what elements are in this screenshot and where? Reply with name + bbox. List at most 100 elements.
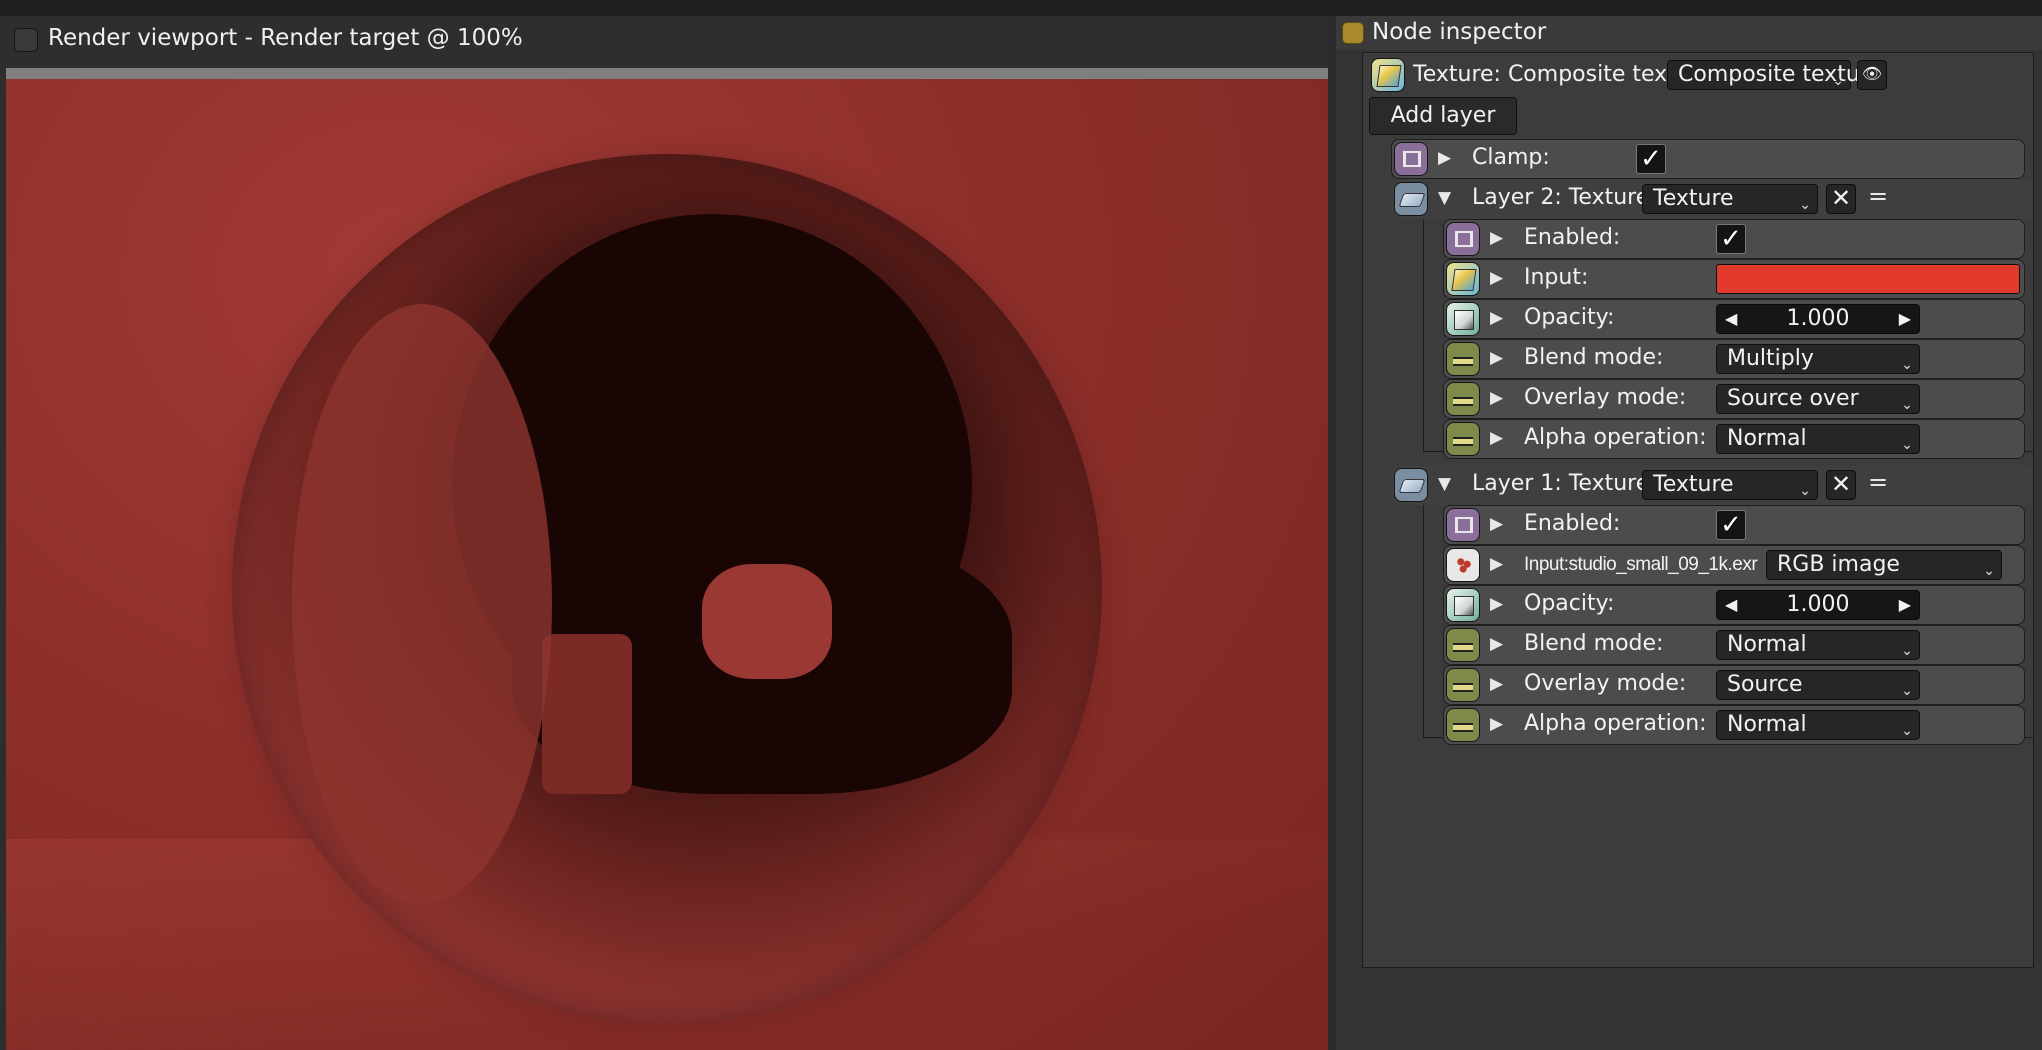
layer-2-alpha-row: ▶ Alpha operation: Normal ⌄	[1443, 419, 2025, 459]
texture-pin-icon[interactable]	[1446, 262, 1480, 296]
layer-1-enabled-checkbox[interactable]: ✓	[1716, 510, 1746, 540]
expand-arrow-icon[interactable]: ▶	[1490, 308, 1503, 328]
chevron-down-icon: ⌄	[1901, 437, 1913, 453]
render-canvas[interactable]	[6, 79, 1328, 1050]
expand-arrow-icon[interactable]: ▶	[1490, 228, 1503, 248]
increment-arrow-icon[interactable]: ▶	[1899, 305, 1911, 333]
layer-1-blend-row: ▶ Blend mode: Normal ⌄	[1443, 625, 2025, 665]
layer-1-opacity-field[interactable]: ◀ 1.000 ▶	[1716, 590, 1920, 620]
layer-2-close-button[interactable]: ✕	[1826, 184, 1856, 214]
layer-1-opacity-row: ▶ Opacity: ◀ 1.000 ▶	[1443, 585, 2025, 625]
layer-1-header: ▼ Layer 1: Texture Texture ⌄ ✕ =	[1391, 465, 2033, 505]
enum-pin-icon[interactable]	[1446, 422, 1480, 456]
collapse-arrow-icon[interactable]: ▼	[1438, 474, 1451, 494]
viewport-toolbar-strip	[6, 68, 1328, 79]
layer-1-alpha-dropdown[interactable]: Normal ⌄	[1716, 710, 1920, 740]
collapse-arrow-icon[interactable]: ▼	[1438, 188, 1451, 208]
opacity-label: Opacity:	[1524, 591, 1615, 616]
expand-arrow-icon[interactable]: ▶	[1490, 634, 1503, 654]
layer-1-title: Layer 1: Texture	[1472, 471, 1650, 496]
decrement-arrow-icon[interactable]: ◀	[1725, 305, 1737, 333]
add-layer-button[interactable]: Add layer	[1369, 97, 1517, 135]
rendered-chrome-sphere	[232, 154, 1102, 1024]
bool-pin-icon[interactable]	[1446, 508, 1480, 542]
node-type-dropdown[interactable]: Composite texture ⌄	[1667, 60, 1882, 90]
increment-arrow-icon[interactable]: ▶	[1899, 591, 1911, 619]
layer-1-input-dropdown[interactable]: RGB image ⌄	[1766, 550, 2002, 580]
layer-1-overlay-dropdown[interactable]: Source ⌄	[1716, 670, 1920, 700]
enum-pin-icon[interactable]	[1446, 708, 1480, 742]
blend-mode-label: Blend mode:	[1524, 631, 1664, 656]
enum-pin-icon[interactable]	[1446, 382, 1480, 416]
chevron-down-icon: ⌄	[1901, 723, 1913, 739]
float-pin-icon[interactable]	[1446, 588, 1480, 622]
layer-1-blend-dropdown[interactable]: Normal ⌄	[1716, 630, 1920, 660]
expand-arrow-icon[interactable]: ▶	[1490, 714, 1503, 734]
layer-1-alpha-row: ▶ Alpha operation: Normal ⌄	[1443, 705, 2025, 745]
layer-2-alpha-dropdown[interactable]: Normal ⌄	[1716, 424, 1920, 454]
layer-1-close-button[interactable]: ✕	[1826, 470, 1856, 500]
chevron-down-icon: ⌄	[1832, 73, 1844, 89]
layer-2-enabled-checkbox[interactable]: ✓	[1716, 224, 1746, 254]
layer-1-type-value: Texture	[1653, 472, 1734, 497]
expand-arrow-icon[interactable]: ▶	[1490, 554, 1503, 574]
chevron-down-icon: ⌄	[1901, 683, 1913, 699]
chevron-down-icon: ⌄	[1901, 357, 1913, 373]
layer-2-opacity-field[interactable]: ◀ 1.000 ▶	[1716, 304, 1920, 334]
layer-2-input-color-swatch[interactable]	[1716, 264, 2020, 294]
alpha-operation-label: Alpha operation:	[1524, 425, 1707, 450]
expand-arrow-icon[interactable]: ▶	[1490, 594, 1503, 614]
layer-1-drag-handle[interactable]: =	[1868, 468, 1888, 496]
viewport-window-button[interactable]	[14, 28, 38, 52]
eye-icon[interactable]: 👁	[1857, 60, 1887, 90]
expand-arrow-icon[interactable]: ▶	[1490, 388, 1503, 408]
viewport-title: Render viewport - Render target @ 100%	[48, 25, 523, 51]
clamp-checkbox[interactable]: ✓	[1636, 144, 1666, 174]
layer-2-type-value: Texture	[1653, 186, 1734, 211]
layer-2-drag-handle[interactable]: =	[1868, 182, 1888, 210]
enabled-label: Enabled:	[1524, 511, 1621, 536]
enum-pin-icon[interactable]	[1446, 342, 1480, 376]
layer-2-overlay-value: Source over	[1727, 386, 1859, 411]
enum-pin-icon[interactable]	[1446, 668, 1480, 702]
layer-1-alpha-value: Normal	[1727, 712, 1807, 737]
layer-1-overlay-row: ▶ Overlay mode: Source ⌄	[1443, 665, 2025, 705]
layer-2-alpha-value: Normal	[1727, 426, 1807, 451]
decrement-arrow-icon[interactable]: ◀	[1725, 591, 1737, 619]
inspector-panel: Texture: Composite texture Composite tex…	[1362, 52, 2034, 968]
enabled-label: Enabled:	[1524, 225, 1621, 250]
layer-1-input-row: ▶ Input:studio_small_09_1k.exr RGB image…	[1443, 545, 2025, 585]
float-pin-icon[interactable]	[1446, 302, 1480, 336]
enum-pin-icon[interactable]	[1446, 628, 1480, 662]
top-strip	[0, 0, 2042, 16]
render-viewport-window: Render viewport - Render target @ 100%	[0, 16, 1329, 1050]
texture-node-icon[interactable]	[1371, 58, 1405, 92]
layer-2-blend-value: Multiply	[1727, 346, 1814, 371]
chevron-down-icon: ⌄	[1901, 397, 1913, 413]
layer-2-blend-dropdown[interactable]: Multiply ⌄	[1716, 344, 1920, 374]
layer-1-enabled-row: ▶ Enabled: ✓	[1443, 505, 2025, 545]
layer-icon[interactable]	[1394, 182, 1428, 216]
expand-arrow-icon[interactable]: ▶	[1490, 268, 1503, 288]
overlay-mode-label: Overlay mode:	[1524, 385, 1687, 410]
chevron-down-icon: ⌄	[1901, 643, 1913, 659]
node-inspector-window: Node inspector Texture: Composite textur…	[1336, 16, 2042, 1050]
layer-2-input-row: ▶ Input:	[1443, 259, 2025, 299]
bool-pin-icon[interactable]	[1446, 222, 1480, 256]
inspector-window-button[interactable]	[1342, 22, 1364, 44]
clamp-label: Clamp:	[1472, 145, 1550, 170]
bool-pin-icon[interactable]	[1394, 142, 1428, 176]
expand-arrow-icon[interactable]: ▶	[1490, 348, 1503, 368]
image-pin-icon[interactable]	[1446, 548, 1480, 582]
layer-2-overlay-dropdown[interactable]: Source over ⌄	[1716, 384, 1920, 414]
layer-1-overlay-value: Source	[1727, 672, 1803, 697]
layer-1-type-dropdown[interactable]: Texture ⌄	[1642, 470, 1818, 500]
expand-arrow-icon[interactable]: ▶	[1490, 428, 1503, 448]
expand-arrow-icon[interactable]: ▶	[1438, 148, 1451, 168]
expand-arrow-icon[interactable]: ▶	[1490, 674, 1503, 694]
layer-icon[interactable]	[1394, 468, 1428, 502]
sphere-reflection-window	[702, 564, 832, 679]
opacity-label: Opacity:	[1524, 305, 1615, 330]
layer-2-type-dropdown[interactable]: Texture ⌄	[1642, 184, 1818, 214]
expand-arrow-icon[interactable]: ▶	[1490, 514, 1503, 534]
